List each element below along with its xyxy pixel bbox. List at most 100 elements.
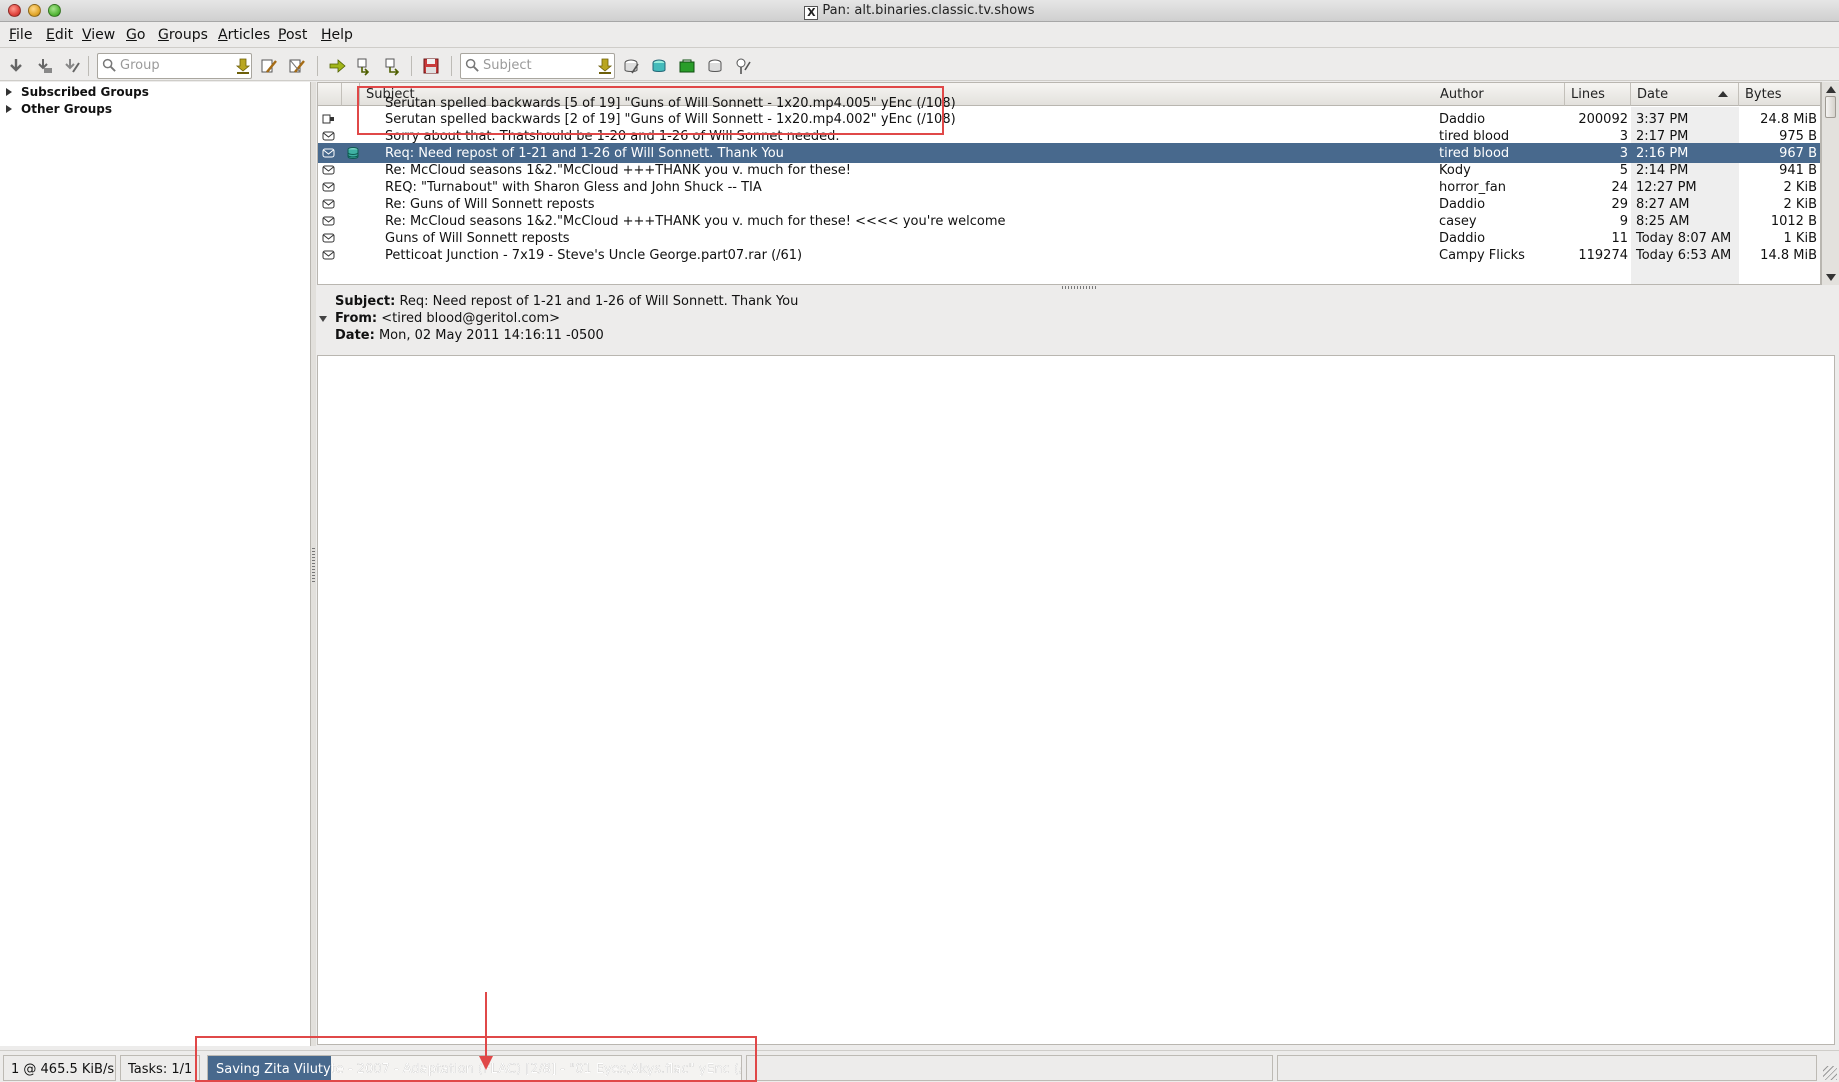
menu-file[interactable]: File — [9, 27, 32, 43]
table-row[interactable]: REQ: "Turnabout" with Sharon Gless and J… — [318, 177, 1820, 195]
read-parent-icon[interactable] — [382, 55, 404, 77]
date-cell: Today 6:53 AM — [1636, 248, 1732, 263]
splitter-grip[interactable] — [312, 548, 315, 584]
article-subject-line: Subject: Req: Need repost of 1-21 and 1-… — [335, 294, 798, 309]
window-title-text: Pan: alt.binaries.classic.tv.shows — [822, 3, 1035, 18]
bytes-cell: 941 B — [1779, 163, 1817, 178]
collapse-headers-icon[interactable] — [319, 316, 327, 322]
bytes-cell: 2 KiB — [1783, 180, 1817, 195]
bytes-cell: 14.8 MiB — [1760, 248, 1817, 263]
subject-search-input[interactable]: Subject — [460, 53, 615, 79]
save-articles-icon[interactable] — [420, 55, 442, 77]
subject-cell: Guns of Will Sonnett reposts — [385, 231, 570, 246]
table-row[interactable]: Re: McCloud seasons 1&2."McCloud +++THAN… — [318, 160, 1820, 178]
article-body[interactable] — [317, 355, 1835, 1045]
article-envelope-icon — [322, 131, 335, 141]
get-new-headers-icon[interactable] — [5, 55, 27, 77]
author-cell: Kody — [1439, 163, 1471, 178]
header-list-scrollbar[interactable] — [1821, 82, 1839, 285]
get-headers-subscribed-icon[interactable] — [33, 55, 55, 77]
menu-groups[interactable]: Groups — [158, 27, 208, 43]
author-cell: Daddio — [1439, 231, 1486, 246]
header-list: Subject Author Lines Date Bytes Serutan … — [317, 82, 1821, 285]
date-cell: 8:25 AM — [1636, 214, 1690, 229]
lines-cell: 3 — [1619, 129, 1628, 144]
lines-cell: 24 — [1611, 180, 1628, 195]
article-envelope-icon — [322, 199, 335, 209]
scroll-up-icon[interactable] — [1826, 86, 1836, 93]
filter-cached-icon[interactable] — [648, 55, 670, 77]
filter-unread-icon[interactable] — [620, 55, 642, 77]
menu-edit[interactable]: Edit — [46, 27, 73, 43]
subject-cell: Re: McCloud seasons 1&2."McCloud +++THAN… — [385, 163, 852, 178]
subject-cell: Re: Guns of Will Sonnett reposts — [385, 197, 595, 212]
date-cell: 12:27 PM — [1636, 180, 1697, 195]
table-row[interactable]: Re: McCloud seasons 1&2."McCloud +++THAN… — [318, 211, 1820, 229]
unsubscribe-group-icon[interactable] — [286, 55, 308, 77]
group-search-placeholder: Group — [120, 58, 160, 73]
subject-cell: Petticoat Junction - 7x19 - Steve's Uncl… — [385, 248, 803, 263]
table-row[interactable]: Guns of Will Sonnett reposts Daddio 11 Toda… — [318, 228, 1820, 246]
article-date-line: Date: Mon, 02 May 2011 14:16:11 -0500 — [335, 328, 604, 343]
tree-item-other-groups[interactable]: Other Groups — [6, 101, 112, 117]
subscribe-group-icon[interactable] — [258, 55, 280, 77]
subject-cell: Sorry about that. Thatshould be 1-20 and… — [385, 129, 840, 144]
table-row[interactable]: Serutan spelled backwards [5 of 19] "Gun… — [318, 93, 1820, 111]
menu-view[interactable]: View — [82, 27, 115, 43]
window-resize-grip[interactable] — [1823, 1066, 1837, 1080]
task-progress-bar[interactable]: Saving Zita Vilutyte - 2007 - Adaptation… — [207, 1055, 742, 1081]
table-row[interactable]: Petticoat Junction - 7x19 - Steve's Uncl… — [318, 245, 1820, 263]
menu-post[interactable]: Post — [278, 27, 307, 43]
tasks-status[interactable]: Tasks: 1/1 — [120, 1055, 200, 1081]
author-cell: tired blood — [1439, 146, 1510, 161]
date-cell: 2:16 PM — [1636, 146, 1689, 161]
refresh-groups-icon[interactable] — [60, 55, 82, 77]
clear-subject-filter-icon[interactable] — [594, 55, 616, 77]
group-tree-pane: Subscribed Groups Other Groups — [0, 82, 311, 1046]
bytes-cell: 975 B — [1779, 129, 1817, 144]
connection-status[interactable]: 1 @ 465.5 KiB/s — [3, 1055, 116, 1081]
date-cell: 2:14 PM — [1636, 163, 1689, 178]
table-row[interactable]: Sorry about that. Thatshould be 1-20 and… — [318, 126, 1820, 144]
bytes-cell: 1 KiB — [1783, 231, 1817, 246]
filter-by-score-icon[interactable] — [732, 55, 754, 77]
subject-cell: Re: McCloud seasons 1&2."McCloud +++THAN… — [385, 214, 1006, 229]
date-label: Date: — [335, 328, 375, 343]
lines-cell: 11 — [1611, 231, 1628, 246]
window-title-bar: X Pan: alt.binaries.classic.tv.shows — [0, 0, 1839, 22]
read-next-unread-icon[interactable] — [326, 55, 348, 77]
from-label: From: — [335, 311, 378, 326]
filter-complete-icon[interactable] — [676, 55, 698, 77]
status-message — [746, 1055, 1273, 1081]
article-date: Mon, 02 May 2011 14:16:11 -0500 — [378, 328, 604, 343]
date-cell: 8:27 AM — [1636, 197, 1690, 212]
author-cell: Daddio — [1439, 197, 1486, 212]
expander-arrow-icon[interactable] — [6, 105, 12, 113]
clear-group-filter-icon[interactable] — [232, 55, 254, 77]
read-next-thread-icon[interactable] — [354, 55, 376, 77]
article-header-pane: Subject: Req: Need repost of 1-21 and 1-… — [317, 290, 1839, 352]
menu-help[interactable]: Help — [321, 27, 353, 43]
filter-watched-icon[interactable] — [704, 55, 726, 77]
group-search-input[interactable]: Group — [97, 53, 252, 79]
tree-item-label: Subscribed Groups — [21, 85, 149, 99]
tree-item-subscribed-groups[interactable]: Subscribed Groups — [6, 84, 149, 100]
expander-arrow-icon[interactable] — [6, 88, 12, 96]
menu-go[interactable]: Go — [126, 27, 145, 43]
toolbar: Group Subject — [0, 49, 1839, 81]
author-cell: tired blood — [1439, 129, 1510, 144]
scrollbar-thumb[interactable] — [1825, 96, 1836, 118]
annotation-arrow-shaft — [485, 992, 487, 1060]
table-row[interactable]: Serutan spelled backwards [2 of 19] "Gun… — [318, 109, 1820, 127]
article-envelope-icon — [322, 165, 335, 175]
menu-articles[interactable]: Articles — [218, 27, 270, 43]
article-envelope-icon — [322, 216, 335, 226]
article-subject: Req: Need repost of 1-21 and 1-26 of Wil… — [399, 294, 799, 309]
task-progress-fill: Saving Zita Vilutyte - 2007 - Adaptation… — [208, 1056, 741, 1080]
scroll-down-icon[interactable] — [1826, 274, 1836, 281]
lines-cell: 3 — [1619, 146, 1628, 161]
article-from: <tired blood@geritol.com> — [381, 311, 561, 326]
subject-cell: REQ: "Turnabout" with Sharon Gless and J… — [385, 180, 762, 195]
horizontal-splitter-grip[interactable] — [1062, 286, 1096, 289]
table-row[interactable]: Re: Guns of Will Sonnett reposts Daddio 29… — [318, 194, 1820, 212]
